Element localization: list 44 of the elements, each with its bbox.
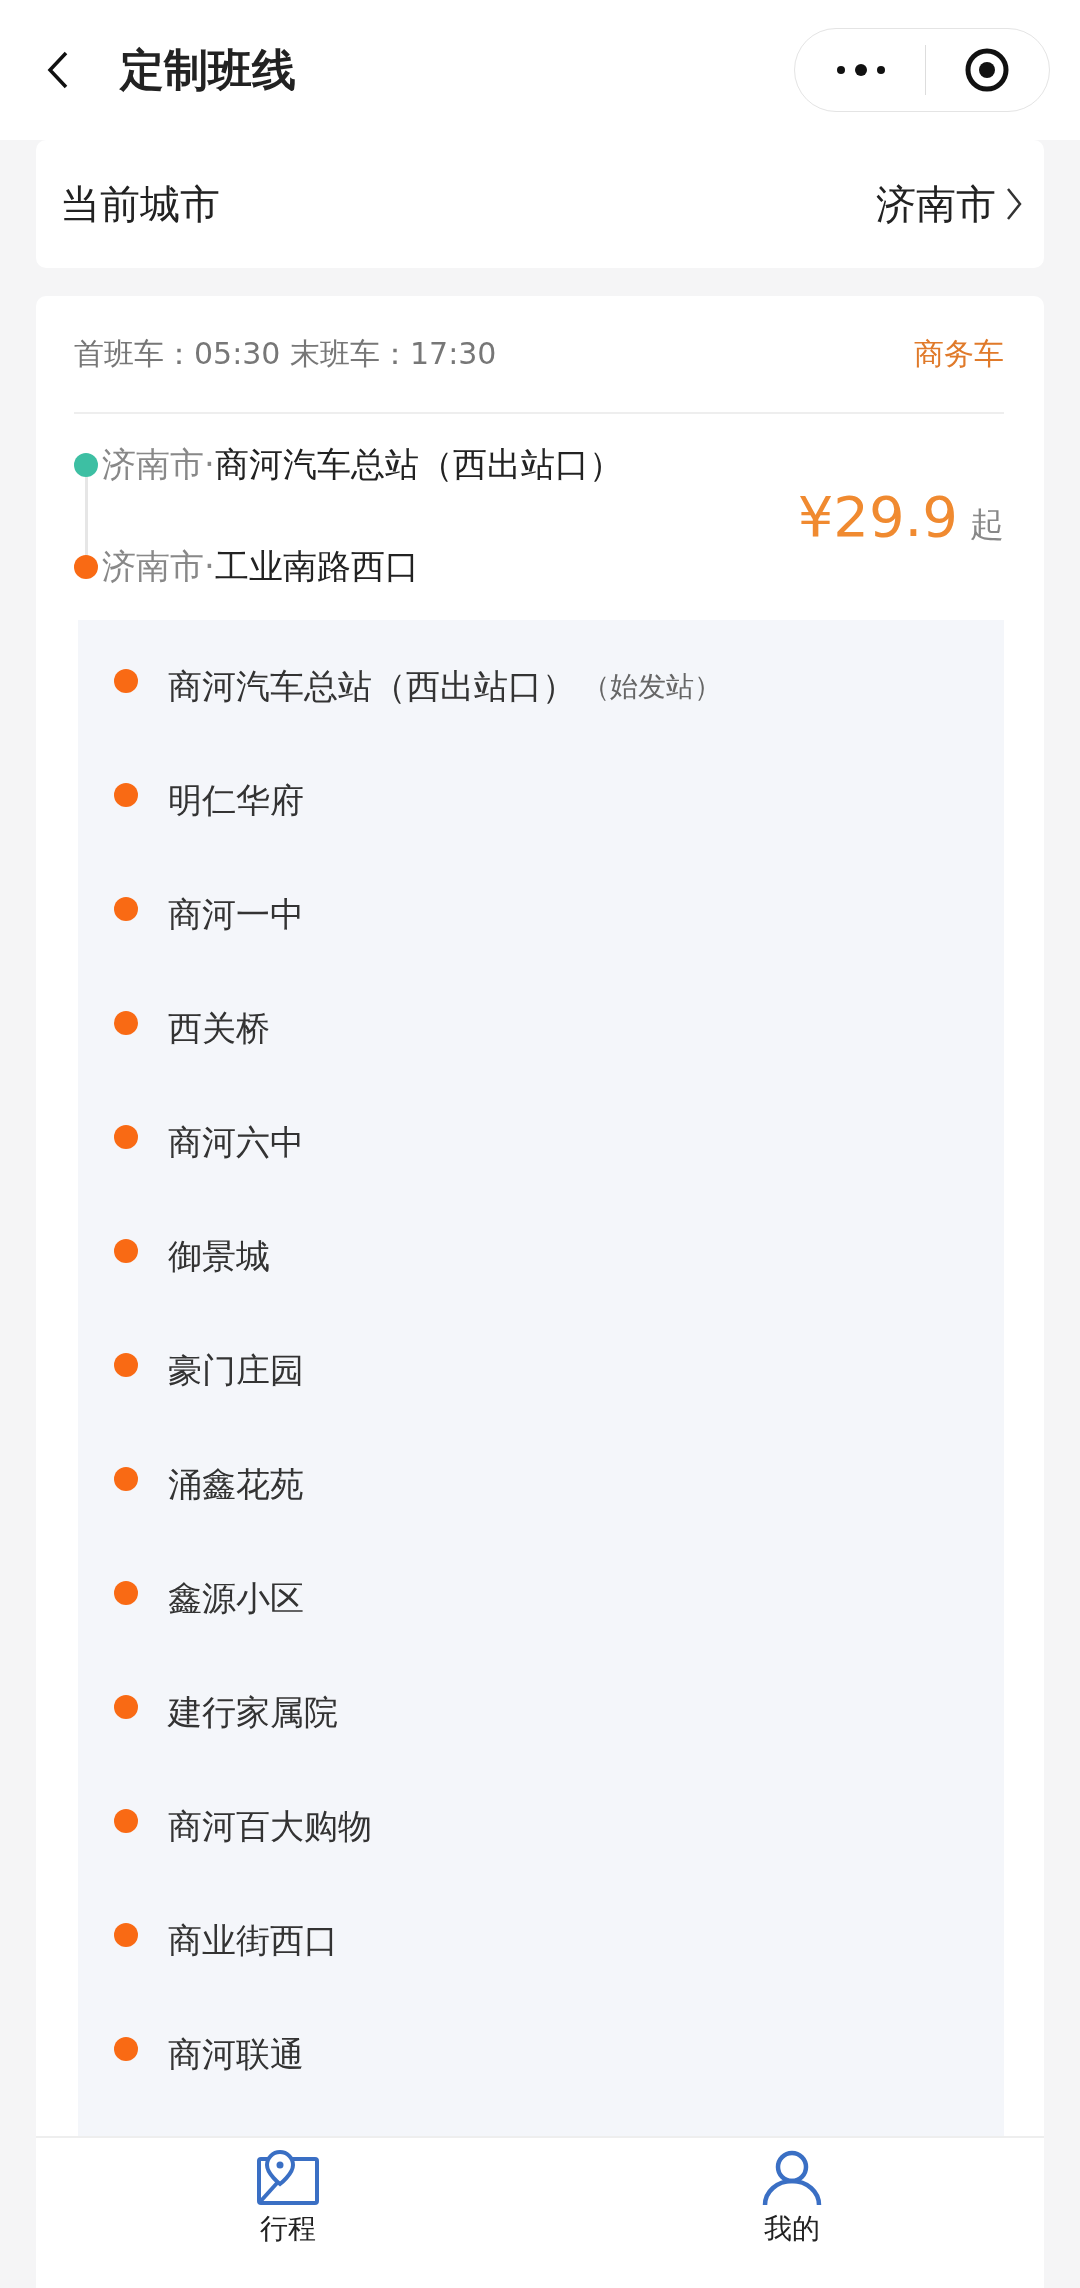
stop-note: （始发站）: [582, 669, 722, 705]
stop-dot: [114, 669, 138, 693]
stop-name: 御景城: [168, 1235, 270, 1278]
stop-name: 豪门庄园: [168, 1349, 304, 1392]
stop-dot: [114, 1011, 138, 1035]
user-icon: [760, 2150, 824, 2206]
stop-name: 涌鑫花苑: [168, 1463, 304, 1506]
origin-station: 济南市·商河汽车总站（西出站口）: [102, 443, 623, 486]
stop-name: 建行家属院: [168, 1691, 338, 1734]
city-value: 济南市: [876, 179, 996, 229]
destination-station: 济南市·工业南路西口: [102, 545, 419, 588]
stop-dot: [114, 1923, 138, 1947]
city-card[interactable]: 当前城市 济南市: [36, 140, 1044, 268]
page-title: 定制班线: [120, 42, 297, 97]
stop-dot: [114, 783, 138, 807]
vehicle-type: 商务车: [914, 334, 1004, 373]
stop-dot: [114, 897, 138, 921]
stop-dot: [114, 1125, 138, 1149]
stop-dot: [114, 1581, 138, 1605]
price: ¥29.9: [797, 483, 958, 549]
stop-dot: [114, 1239, 138, 1263]
stop-dot: [114, 2037, 138, 2061]
stop-name: 商河联通: [168, 2033, 304, 2076]
stop-name: 商河汽车总站（西出站口）: [168, 665, 576, 708]
stop-name: 明仁华府: [168, 779, 304, 822]
stop-name: 商河六中: [168, 1121, 304, 1164]
map-pin-icon: [256, 2150, 320, 2206]
stop-name: 西关桥: [168, 1007, 270, 1050]
stop-dot: [114, 1809, 138, 1833]
tab-item[interactable]: 我的: [692, 2138, 892, 2288]
stop-name: 商业街西口: [168, 1919, 338, 1962]
schedule-text: 首班车：05:30 末班车：17:30: [74, 334, 497, 373]
stop-dot: [114, 1695, 138, 1719]
route-card[interactable]: 首班车：05:30 末班车：17:30 商务车 济南市·商河汽车总站（西出站口） 济南市·工业南路西口 ¥29.9 起 商河汽车总站（西出站口） （始发站） 明仁华府 商河一中 西关桥 商河六中 御景城 豪门庄园 涌鑫花苑 鑫源小区 建行家属院 商河百大购物 商业街西口 商河联通: [36, 296, 1044, 2136]
chevron-right-icon: [1006, 186, 1022, 222]
stop-name: 鑫源小区: [168, 1577, 304, 1620]
back-icon[interactable]: [46, 50, 70, 90]
stop-dot: [114, 1353, 138, 1377]
price-suffix: 起: [970, 502, 1004, 546]
city-label: 当前城市: [60, 179, 220, 229]
stop-name: 商河百大购物: [168, 1805, 372, 1848]
tab-item[interactable]: 行程: [188, 2138, 388, 2288]
stop-name: 商河一中: [168, 893, 304, 936]
stop-dot: [114, 1467, 138, 1491]
